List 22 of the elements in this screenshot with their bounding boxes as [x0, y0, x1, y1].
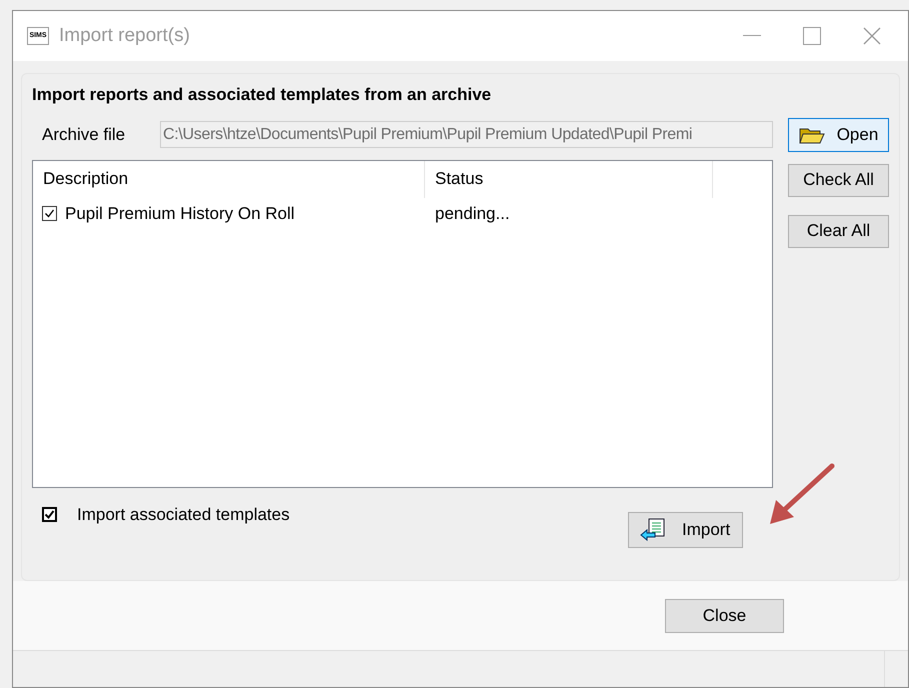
- minimize-icon: [743, 35, 761, 37]
- archive-file-field[interactable]: C:\Users\htze\Documents\Pupil Premium\Pupil Premium Updated\Pupil Premi: [160, 121, 773, 148]
- table-cell-text: pending...: [434, 202, 510, 225]
- checkmark-icon: [44, 208, 55, 219]
- panel-heading: Import reports and associated templates from an archive: [32, 84, 492, 106]
- checkmark-icon: [44, 509, 55, 520]
- checkbox[interactable]: [42, 206, 57, 221]
- close-button[interactable]: Close: [665, 598, 784, 632]
- import-button[interactable]: Import: [628, 512, 743, 548]
- import-icon: [640, 518, 666, 542]
- close-icon: [863, 27, 881, 45]
- list-action-button[interactable]: Check All: [788, 164, 889, 196]
- table-cell-text: Pupil Premium History On Roll: [65, 202, 295, 225]
- open-button[interactable]: Open: [788, 118, 889, 152]
- column-header[interactable]: Description: [33, 160, 425, 198]
- column-header[interactable]: Status: [425, 160, 713, 198]
- list-action-button[interactable]: Clear All: [788, 214, 889, 248]
- checkbox[interactable]: [42, 507, 57, 522]
- maximize-icon: [803, 27, 821, 45]
- field-label: Archive file: [42, 124, 126, 146]
- checkbox-label: Import associated templates: [77, 504, 290, 526]
- window-title: Import report(s): [59, 24, 190, 48]
